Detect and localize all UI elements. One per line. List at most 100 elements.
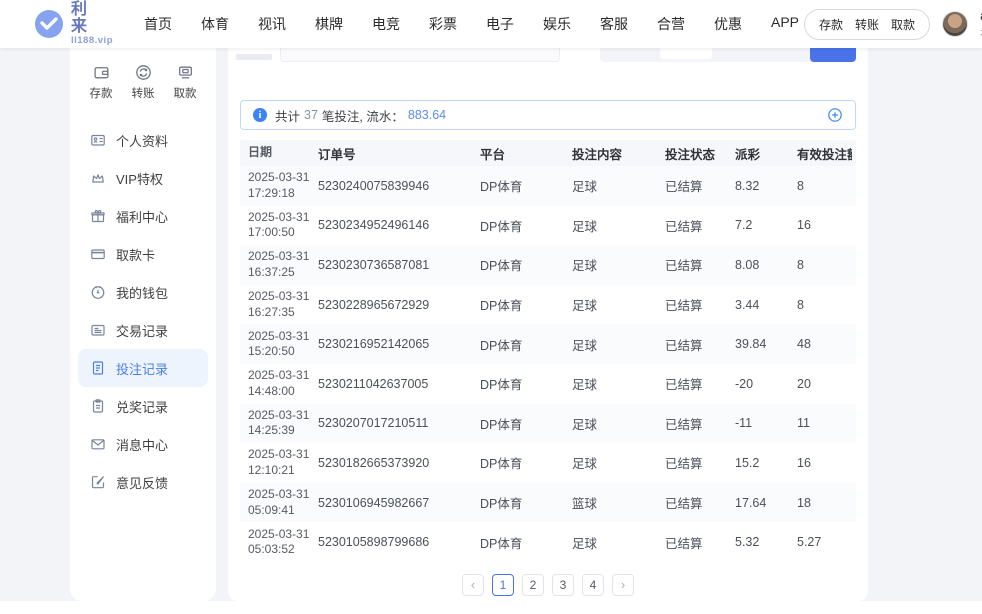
filter-tabs-cropped[interactable] xyxy=(600,48,818,62)
table-row: 2025-03-3116:27:35 5230228965672929 DP体育… xyxy=(240,285,856,325)
quick-action-label: 取款 xyxy=(174,85,197,101)
brand-domain: ll188.vip xyxy=(71,36,113,46)
quick-action-withdraw[interactable]: 取款 xyxy=(174,64,197,101)
redeem-records-icon xyxy=(90,398,106,414)
feedback-icon xyxy=(90,474,106,490)
brand-logo[interactable]: 利 来 ll188.vip xyxy=(34,2,113,46)
sidebar-item-withdraw-card[interactable]: 取款卡 xyxy=(78,235,208,273)
pagination-prev-button[interactable]: ‹ xyxy=(462,574,484,596)
sidebar-item-label: 意见反馈 xyxy=(116,473,168,492)
summary-turnover-value: 883.64 xyxy=(408,108,446,122)
summary-prefix: 共计 xyxy=(275,106,300,125)
sidebar-item-vip[interactable]: VIP特权 xyxy=(78,159,208,197)
filter-bar-cropped xyxy=(228,48,868,66)
status-badge: 已结算 xyxy=(657,176,727,195)
nav-item-entertainment[interactable]: 娱乐 xyxy=(538,10,576,38)
sidebar-item-message-center[interactable]: 消息中心 xyxy=(78,425,208,463)
nav-item-sports[interactable]: 体育 xyxy=(196,10,234,38)
nav-item-promo[interactable]: 优惠 xyxy=(709,10,747,38)
search-submit-button-cropped[interactable] xyxy=(810,48,856,62)
info-icon: i xyxy=(253,108,267,122)
sidebar-item-label: 取款卡 xyxy=(116,245,155,264)
pagination-page-1[interactable]: 1 xyxy=(492,574,514,596)
nav-item-live[interactable]: 视讯 xyxy=(253,10,291,38)
sidebar-item-label: 兑奖记录 xyxy=(116,397,168,416)
order-number: 5230240075839946 xyxy=(310,179,472,193)
sidebar-item-label: 福利中心 xyxy=(116,207,168,226)
sidebar-quick-actions: 存款 转账 取款 xyxy=(70,48,216,105)
withdraw-button[interactable]: 取款 xyxy=(891,16,915,33)
order-number: 5230234952496146 xyxy=(310,218,472,232)
main-panel: i 共计 37 笔投注, 流水： 883.64 日期 订单号 平台 投注内容 投… xyxy=(228,48,868,601)
status-badge: 已结算 xyxy=(657,453,727,472)
table-row: 2025-03-3115:20:50 5230216952142065 DP体育… xyxy=(240,324,856,364)
sidebar-item-welfare[interactable]: 福利中心 xyxy=(78,197,208,235)
status-badge: 已结算 xyxy=(657,255,727,274)
bet-records-icon xyxy=(90,360,106,376)
pagination-page-3[interactable]: 3 xyxy=(552,574,574,596)
profile-icon xyxy=(90,132,106,148)
sidebar-item-label: 投注记录 xyxy=(116,359,168,378)
filter-label-cropped xyxy=(236,54,272,60)
order-number: 5230207017210511 xyxy=(310,416,472,430)
status-badge: 已结算 xyxy=(657,374,727,393)
nav-item-lottery[interactable]: 彩票 xyxy=(424,10,462,38)
order-number: 5230105898799686 xyxy=(310,535,472,549)
table-row: 2025-03-3117:29:18 5230240075839946 DP体育… xyxy=(240,166,856,206)
nav-item-esports[interactable]: 电竞 xyxy=(367,10,405,38)
column-header-order: 订单号 xyxy=(310,144,472,163)
column-header-status: 投注状态 xyxy=(657,144,727,163)
pagination-page-4[interactable]: 4 xyxy=(582,574,604,596)
table-header-row: 日期 订单号 平台 投注内容 投注状态 派彩 有效投注額 xyxy=(240,140,856,166)
nav-item-chess[interactable]: 棋牌 xyxy=(310,10,348,38)
sidebar: 存款 转账 取款 个人资料 VIP特权 xyxy=(70,48,216,601)
date-range-input-cropped[interactable] xyxy=(280,48,560,62)
quick-action-deposit[interactable]: 存款 xyxy=(90,64,113,101)
sidebar-item-feedback[interactable]: 意见反馈 xyxy=(78,463,208,501)
quick-action-transfer[interactable]: 转账 xyxy=(132,64,155,101)
sidebar-item-label: 我的钱包 xyxy=(116,283,168,302)
transfer-icon xyxy=(135,64,152,81)
order-number: 5230182665373920 xyxy=(310,456,472,470)
nav-item-slots[interactable]: 电子 xyxy=(481,10,519,38)
sidebar-item-wallet[interactable]: 我的钱包 xyxy=(78,273,208,311)
nav-item-home[interactable]: 首页 xyxy=(139,10,177,38)
column-header-platform: 平台 xyxy=(472,144,564,163)
column-header-valid-bet: 有效投注額 xyxy=(789,144,852,163)
order-number: 5230211042637005 xyxy=(310,377,472,391)
bank-card-icon xyxy=(90,246,106,262)
expand-plus-icon[interactable] xyxy=(827,107,843,123)
status-badge: 已结算 xyxy=(657,533,727,552)
sidebar-item-transactions[interactable]: 交易记录 xyxy=(78,311,208,349)
wallet-icon xyxy=(90,284,106,300)
quick-action-label: 转账 xyxy=(132,85,155,101)
status-badge: 已结算 xyxy=(657,216,727,235)
nav-item-partner[interactable]: 合营 xyxy=(652,10,690,38)
sidebar-item-label: 个人资料 xyxy=(116,131,168,150)
transactions-icon xyxy=(90,322,106,338)
avatar[interactable] xyxy=(942,11,968,37)
status-badge: 已结算 xyxy=(657,414,727,433)
pagination-next-button[interactable]: › xyxy=(612,574,634,596)
table-row: 2025-03-3114:25:39 5230207017210511 DP体育… xyxy=(240,404,856,444)
transfer-button[interactable]: 转账 xyxy=(855,16,879,33)
deposit-button[interactable]: 存款 xyxy=(819,16,843,33)
nav-item-app[interactable]: APP xyxy=(766,10,804,38)
wallet-actions-pill: 存款 转账 取款 xyxy=(804,9,930,40)
sidebar-item-bet-records[interactable]: 投注记录 xyxy=(78,349,208,387)
brand-logo-icon xyxy=(34,9,64,39)
column-header-date: 日期 xyxy=(240,145,310,161)
sidebar-item-redeem-records[interactable]: 兑奖记录 xyxy=(78,387,208,425)
table-row: 2025-03-3112:10:21 5230182665373920 DP体育… xyxy=(240,443,856,483)
order-number: 5230228965672929 xyxy=(310,298,472,312)
nav-item-service[interactable]: 客服 xyxy=(595,10,633,38)
status-badge: 已结算 xyxy=(657,295,727,314)
order-number: 5230216952142065 xyxy=(310,337,472,351)
sidebar-item-profile[interactable]: 个人资料 xyxy=(78,121,208,159)
main-nav: 首页 体育 视讯 棋牌 电竞 彩票 电子 娱乐 客服 合营 优惠 APP xyxy=(139,10,804,38)
gift-icon xyxy=(90,208,106,224)
top-header: 利 来 ll188.vip 首页 体育 视讯 棋牌 电竞 彩票 电子 娱乐 客服… xyxy=(0,0,982,48)
pagination-page-2[interactable]: 2 xyxy=(522,574,544,596)
vip-crown-icon xyxy=(90,170,106,186)
message-center-icon xyxy=(90,436,106,452)
